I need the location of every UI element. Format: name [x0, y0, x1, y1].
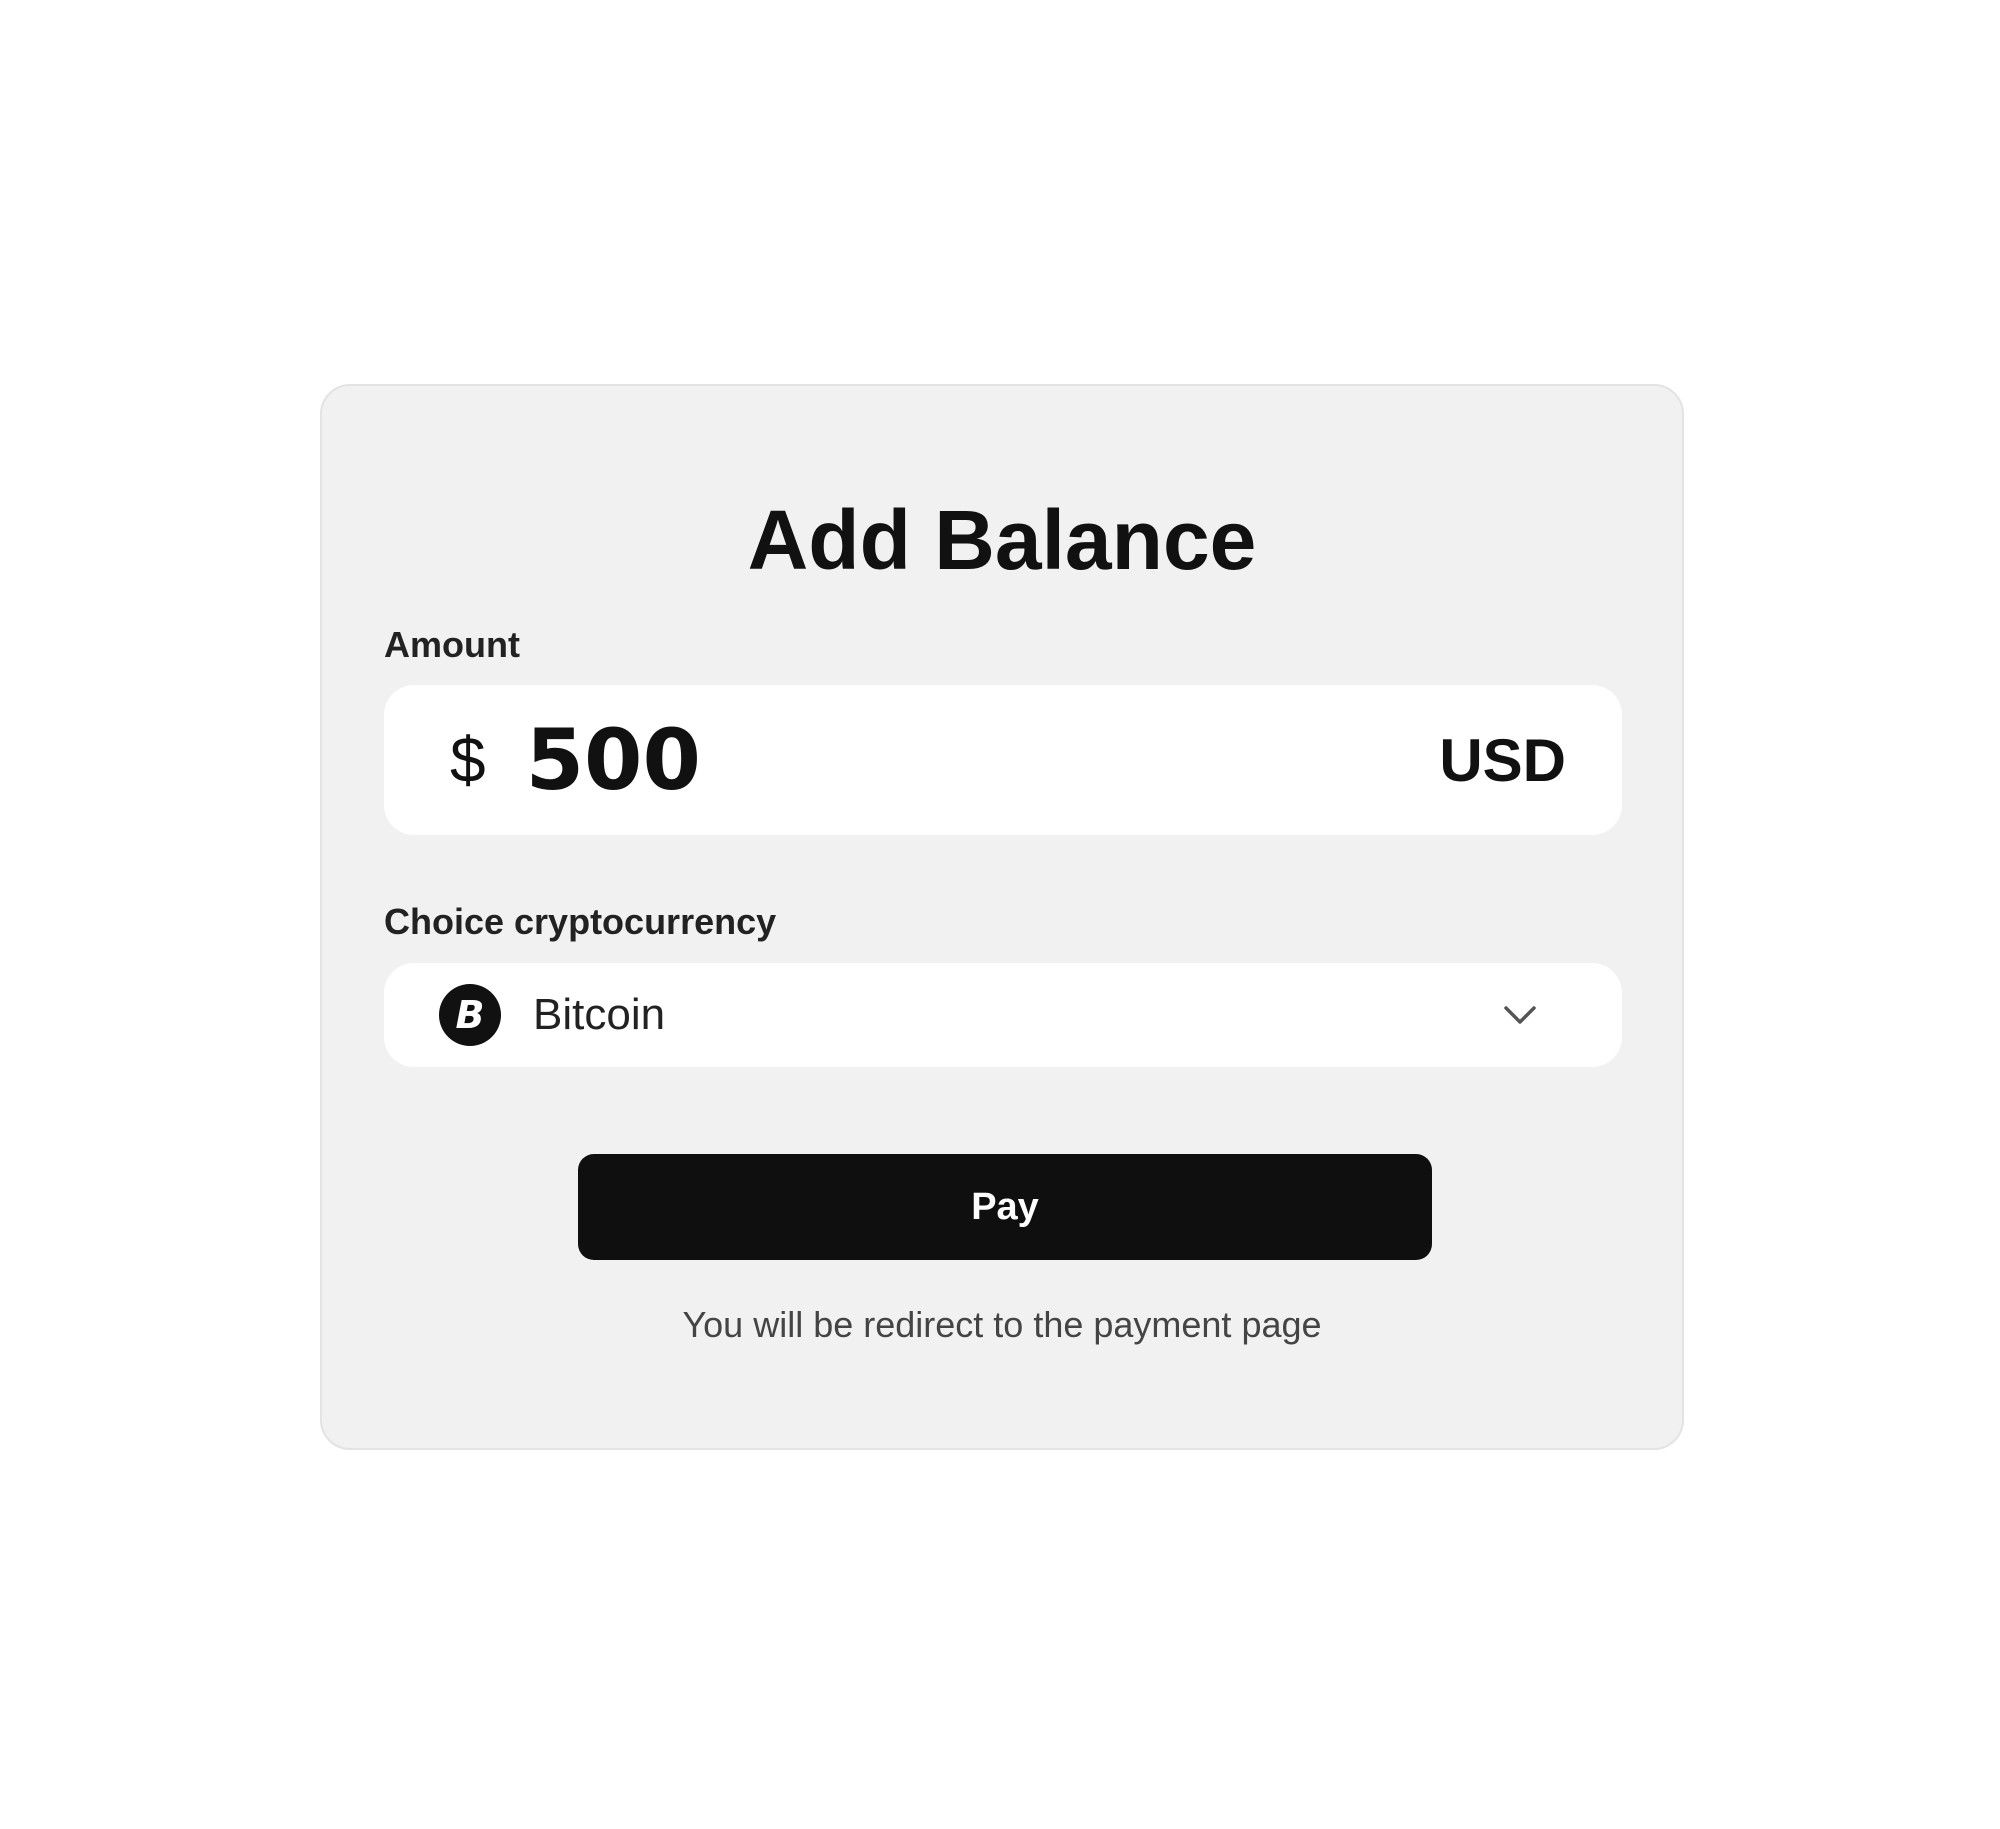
- add-balance-modal: Add Balance Amount $ USD Choice cryptocu…: [320, 384, 1684, 1450]
- chevron-down-icon: [1504, 1006, 1536, 1024]
- amount-field[interactable]: $ USD: [384, 685, 1622, 835]
- amount-label: Amount: [384, 624, 520, 665]
- dollar-sign: $: [450, 724, 486, 796]
- redirect-note: You will be redirect to the payment page: [682, 1304, 1322, 1345]
- selected-cryptocurrency: Bitcoin: [533, 990, 666, 1039]
- amount-input[interactable]: [525, 711, 1440, 809]
- currency-code: USD: [1439, 726, 1566, 794]
- pay-button[interactable]: Pay: [578, 1154, 1432, 1260]
- crypto-label: Choice cryptocurrency: [384, 901, 777, 942]
- modal-title: Add Balance: [747, 493, 1257, 587]
- bitcoin-icon: B: [439, 984, 501, 1046]
- cryptocurrency-select[interactable]: B Bitcoin: [384, 963, 1622, 1067]
